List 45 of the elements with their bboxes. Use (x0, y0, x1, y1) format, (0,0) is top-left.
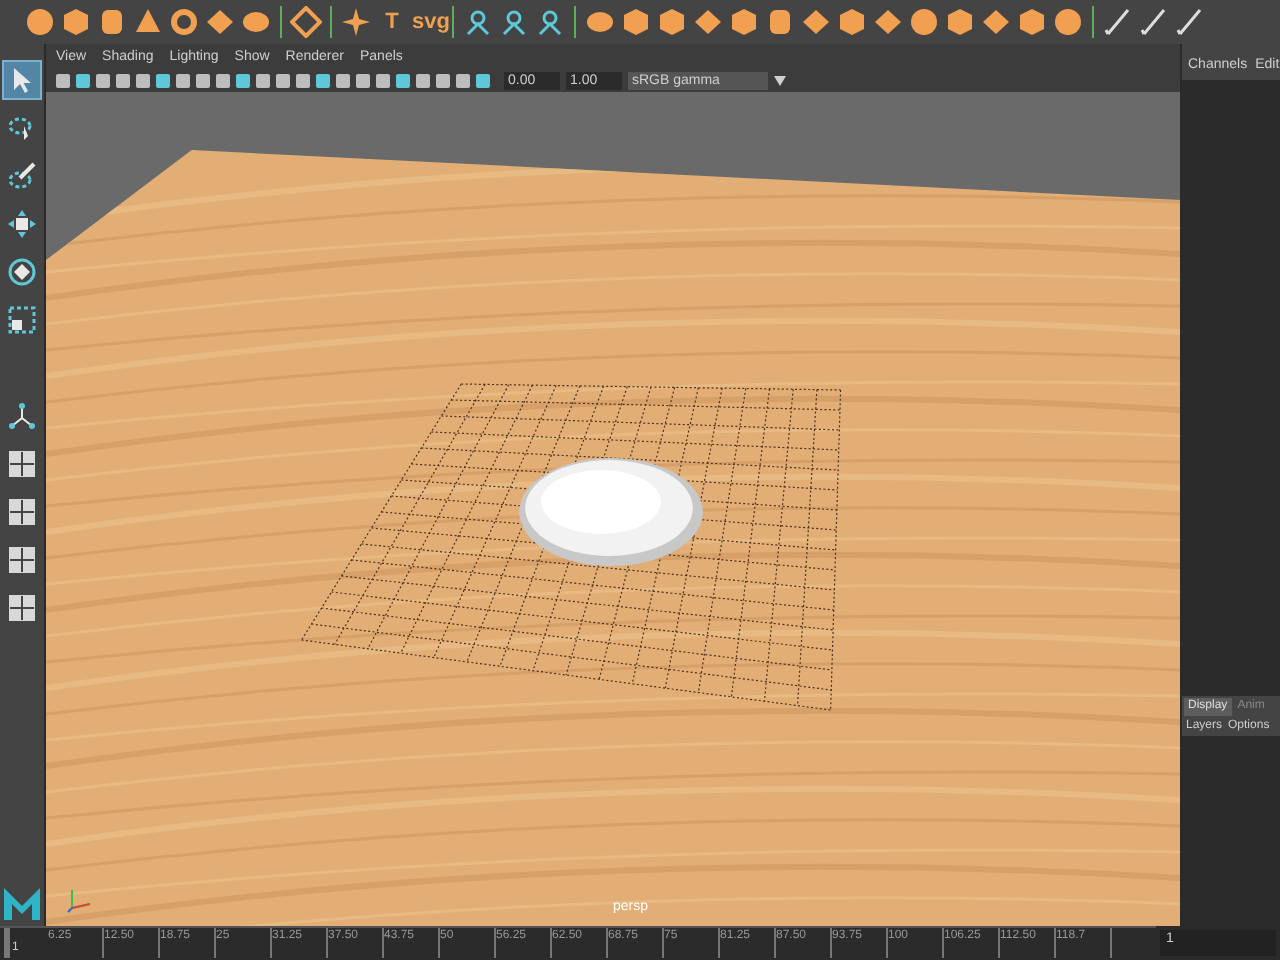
shelf-text-tool[interactable]: T (376, 11, 408, 33)
shelf-icon[interactable] (1052, 6, 1084, 38)
shelf-icon[interactable] (620, 6, 652, 38)
shelf-icon[interactable] (656, 6, 688, 38)
shelf-icon[interactable] (836, 6, 868, 38)
shelf-icon[interactable] (764, 6, 796, 38)
move-icon (8, 210, 36, 238)
axis-gizmo-icon (66, 886, 94, 914)
shelf-icon[interactable] (96, 6, 128, 38)
shelf-icon[interactable] (1102, 6, 1134, 38)
arrow-icon (10, 66, 34, 94)
shelf-icon[interactable] (728, 6, 760, 38)
shelf-icon[interactable] (462, 6, 494, 38)
shelf-icon[interactable] (240, 6, 272, 38)
shelf-icon[interactable] (1174, 6, 1206, 38)
shelf-icon[interactable] (980, 6, 1012, 38)
layout-icon (8, 546, 36, 574)
shelf-icon[interactable] (1016, 6, 1048, 38)
logo-icon (2, 886, 42, 922)
axis-icon (8, 402, 36, 430)
shelf-icon[interactable] (290, 6, 322, 38)
lasso-icon (8, 114, 36, 142)
layout-icon (8, 450, 36, 478)
shelf-icon[interactable] (1138, 6, 1170, 38)
shelf-icon[interactable] (340, 6, 372, 38)
shelf-icon[interactable] (692, 6, 724, 38)
shelf-icon[interactable] (800, 6, 832, 38)
shelf-icon[interactable] (584, 6, 616, 38)
layout-icon (8, 498, 36, 526)
shelf-icon[interactable] (204, 6, 236, 38)
shelf-icon[interactable] (132, 6, 164, 38)
rotate-icon (8, 258, 36, 286)
shelf-icon[interactable] (908, 6, 940, 38)
scale-icon (8, 306, 36, 334)
shelf-icon[interactable] (24, 6, 56, 38)
shelf-icon[interactable] (872, 6, 904, 38)
brush-icon (8, 162, 36, 190)
shelf-icon[interactable] (944, 6, 976, 38)
shelf-text-tool[interactable]: svg (412, 11, 444, 33)
shelf-icon[interactable] (534, 6, 566, 38)
shelf-icon[interactable] (498, 6, 530, 38)
layout-icon (8, 594, 36, 622)
shelf-icon[interactable] (60, 6, 92, 38)
dropdown-caret-icon[interactable] (774, 75, 786, 85)
shelf-icon[interactable] (168, 6, 200, 38)
